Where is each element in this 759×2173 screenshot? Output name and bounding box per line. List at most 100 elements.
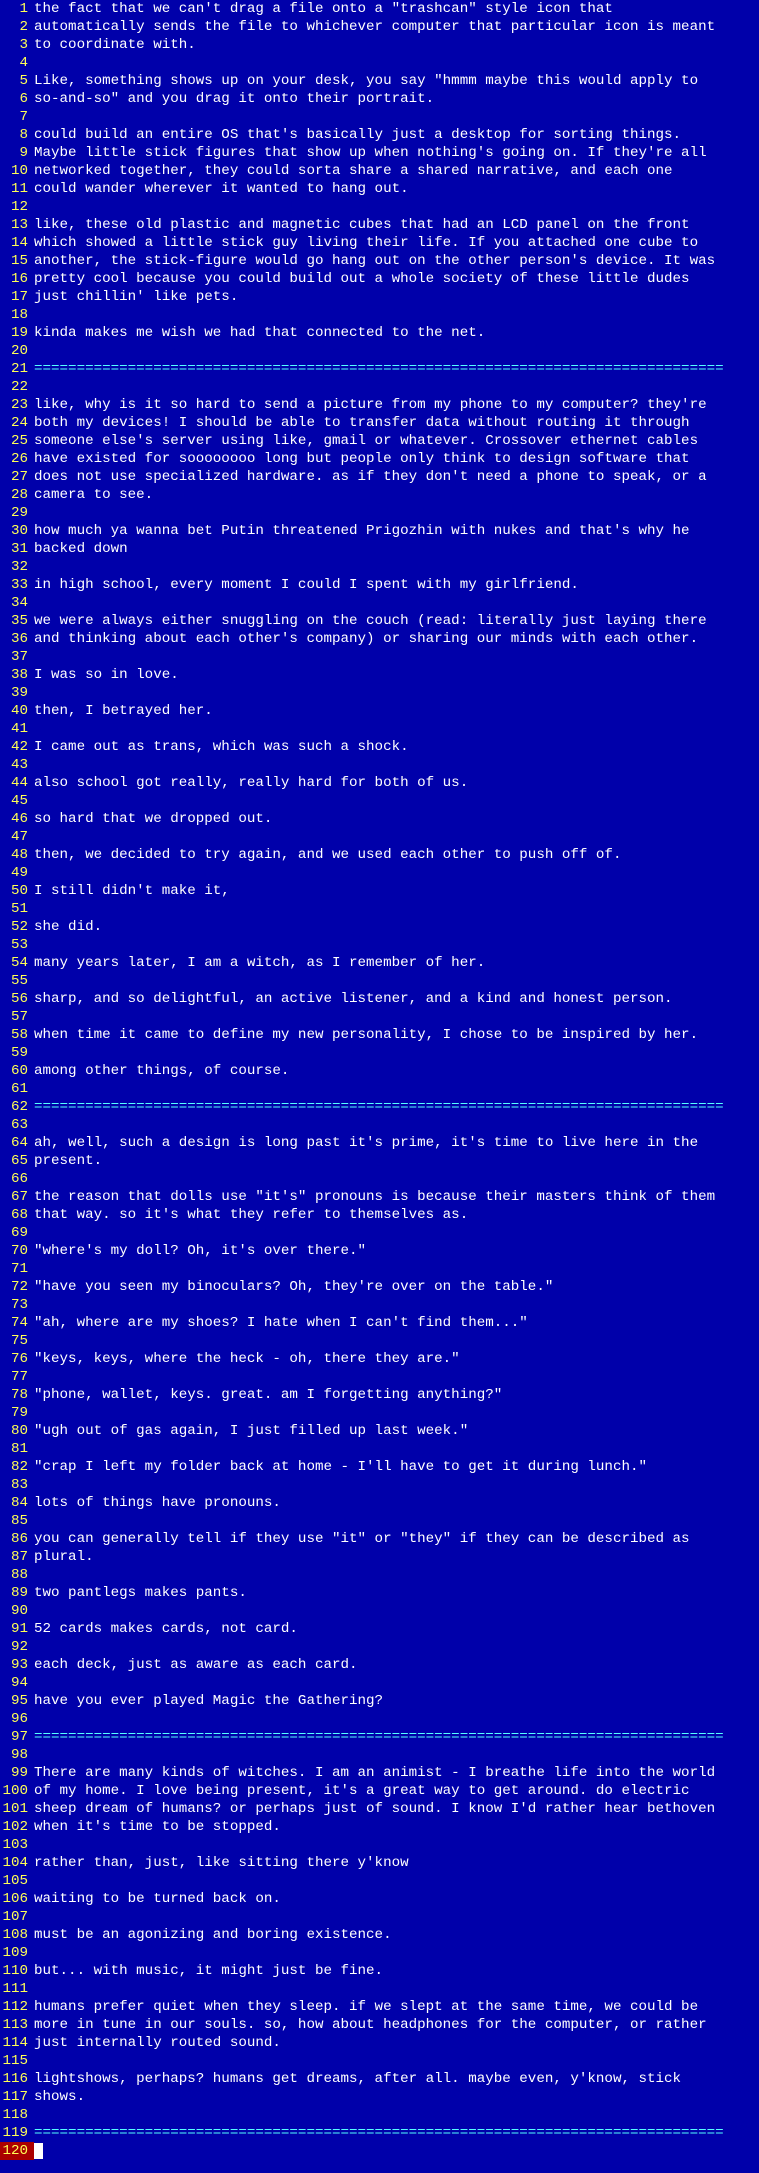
editor-line[interactable]: 4 [0,54,759,72]
editor-line[interactable]: 66 [0,1170,759,1188]
editor-line[interactable]: 75 [0,1332,759,1350]
line-content[interactable] [34,1260,759,1278]
line-content[interactable]: could wander wherever it wanted to hang … [34,180,759,198]
line-content[interactable] [34,1746,759,1764]
editor-line[interactable]: 102when it's time to be stopped. [0,1818,759,1836]
line-content[interactable] [34,1638,759,1656]
line-content[interactable]: lots of things have pronouns. [34,1494,759,1512]
editor-line[interactable]: 52she did. [0,918,759,936]
editor-line[interactable]: 55 [0,972,759,990]
line-content[interactable]: just internally routed sound. [34,2034,759,2052]
editor-line[interactable]: 20 [0,342,759,360]
line-content[interactable]: we were always either snuggling on the c… [34,612,759,630]
line-content[interactable] [34,2142,759,2160]
line-content[interactable]: waiting to be turned back on. [34,1890,759,1908]
editor-line[interactable]: 83 [0,1476,759,1494]
editor-line[interactable]: 114just internally routed sound. [0,2034,759,2052]
editor-line[interactable]: 2automatically sends the file to whichev… [0,18,759,36]
editor-line[interactable]: 90 [0,1602,759,1620]
line-content[interactable] [34,720,759,738]
editor-line[interactable]: 19kinda makes me wish we had that connec… [0,324,759,342]
line-content[interactable]: could build an entire OS that's basicall… [34,126,759,144]
line-content[interactable] [34,1170,759,1188]
editor-line[interactable]: 38I was so in love. [0,666,759,684]
line-content[interactable] [34,198,759,216]
editor-line[interactable]: 15another, the stick-figure would go han… [0,252,759,270]
line-content[interactable] [34,864,759,882]
line-content[interactable]: the fact that we can't drag a file onto … [34,0,759,18]
editor-line[interactable]: 87plural. [0,1548,759,1566]
editor-line[interactable]: 56sharp, and so delightful, an active li… [0,990,759,1008]
editor-line[interactable]: 59 [0,1044,759,1062]
line-content[interactable]: then, I betrayed her. [34,702,759,720]
line-content[interactable] [34,1116,759,1134]
editor-line[interactable]: 48then, we decided to try again, and we … [0,846,759,864]
line-content[interactable] [34,684,759,702]
line-content[interactable] [34,1296,759,1314]
line-content[interactable]: each deck, just as aware as each card. [34,1656,759,1674]
editor-line[interactable]: 25someone else's server using like, gmai… [0,432,759,450]
editor-line[interactable]: 63 [0,1116,759,1134]
line-content[interactable]: both my devices! I should be able to tra… [34,414,759,432]
editor-line[interactable]: 106waiting to be turned back on. [0,1890,759,1908]
editor-line[interactable]: 81 [0,1440,759,1458]
line-content[interactable]: have you ever played Magic the Gathering… [34,1692,759,1710]
line-content[interactable]: many years later, I am a witch, as I rem… [34,954,759,972]
line-content[interactable]: kinda makes me wish we had that connecte… [34,324,759,342]
editor-line[interactable]: 49 [0,864,759,882]
line-content[interactable] [34,1980,759,1998]
editor-line[interactable]: 42I came out as trans, which was such a … [0,738,759,756]
editor-line[interactable]: 3to coordinate with. [0,36,759,54]
editor-line[interactable]: 119=====================================… [0,2124,759,2142]
editor-line[interactable]: 99There are many kinds of witches. I am … [0,1764,759,1782]
line-content[interactable] [34,1872,759,1890]
editor-line[interactable]: 44also school got really, really hard fo… [0,774,759,792]
line-content[interactable] [34,828,759,846]
line-content[interactable]: "ugh out of gas again, I just filled up … [34,1422,759,1440]
line-content[interactable]: two pantlegs makes pants. [34,1584,759,1602]
editor-line[interactable]: 65present. [0,1152,759,1170]
editor-line[interactable]: 98 [0,1746,759,1764]
editor-line[interactable]: 36and thinking about each other's compan… [0,630,759,648]
line-content[interactable] [34,1908,759,1926]
line-content[interactable]: I was so in love. [34,666,759,684]
editor-line[interactable]: 5Like, something shows up on your desk, … [0,72,759,90]
editor-line[interactable]: 45 [0,792,759,810]
editor-line[interactable]: 82"crap I left my folder back at home - … [0,1458,759,1476]
editor-line[interactable]: 50I still didn't make it, [0,882,759,900]
line-content[interactable]: among other things, of course. [34,1062,759,1080]
line-content[interactable] [34,504,759,522]
line-content[interactable]: ========================================… [34,1728,759,1746]
editor-line[interactable]: 85 [0,1512,759,1530]
line-content[interactable]: does not use specialized hardware. as if… [34,468,759,486]
line-content[interactable] [34,1710,759,1728]
editor-line[interactable]: 96 [0,1710,759,1728]
line-content[interactable]: I still didn't make it, [34,882,759,900]
line-content[interactable]: of my home. I love being present, it's a… [34,1782,759,1800]
editor-line[interactable]: 8could build an entire OS that's basical… [0,126,759,144]
line-content[interactable]: backed down [34,540,759,558]
editor-line[interactable]: 31backed down [0,540,759,558]
editor-line[interactable]: 32 [0,558,759,576]
line-content[interactable]: "where's my doll? Oh, it's over there." [34,1242,759,1260]
line-content[interactable] [34,792,759,810]
line-content[interactable]: automatically sends the file to whicheve… [34,18,759,36]
line-content[interactable] [34,594,759,612]
line-content[interactable] [34,1404,759,1422]
line-content[interactable]: in high school, every moment I could I s… [34,576,759,594]
line-content[interactable]: another, the stick-figure would go hang … [34,252,759,270]
line-content[interactable] [34,2106,759,2124]
editor-line[interactable]: 61 [0,1080,759,1098]
editor-line[interactable]: 54many years later, I am a witch, as I r… [0,954,759,972]
editor-line[interactable]: 95have you ever played Magic the Gatheri… [0,1692,759,1710]
line-content[interactable]: so hard that we dropped out. [34,810,759,828]
editor-line[interactable]: 30how much ya wanna bet Putin threatened… [0,522,759,540]
line-content[interactable]: so-and-so" and you drag it onto their po… [34,90,759,108]
line-content[interactable] [34,1836,759,1854]
editor-line[interactable]: 71 [0,1260,759,1278]
line-content[interactable] [34,558,759,576]
line-content[interactable]: lightshows, perhaps? humans get dreams, … [34,2070,759,2088]
editor-line[interactable]: 53 [0,936,759,954]
editor-line[interactable]: 7 [0,108,759,126]
line-content[interactable]: which showed a little stick guy living t… [34,234,759,252]
